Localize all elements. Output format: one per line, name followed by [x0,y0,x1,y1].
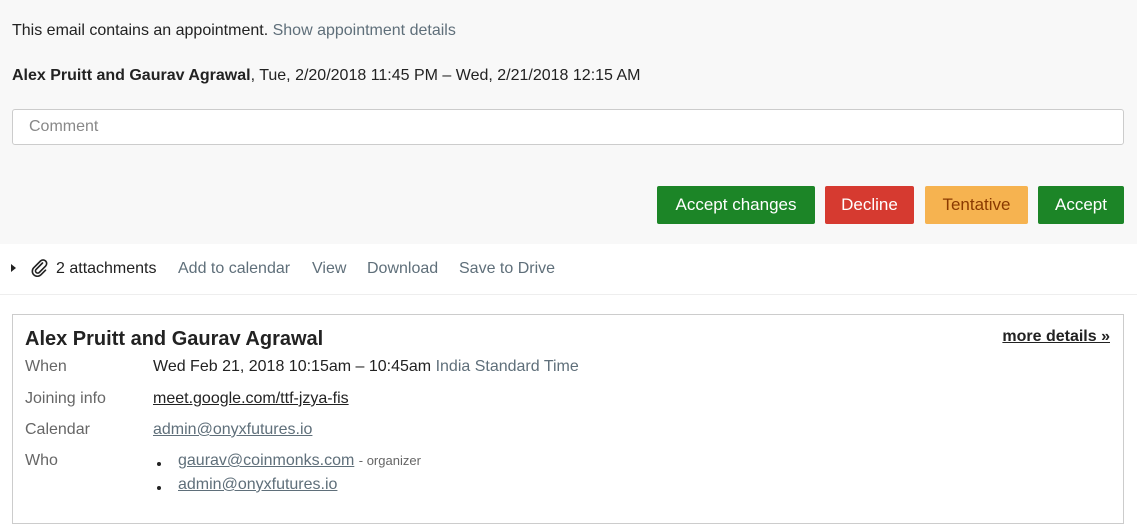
tentative-button[interactable]: Tentative [925,186,1028,224]
decline-button[interactable]: Decline [825,186,914,224]
save-to-drive-link[interactable]: Save to Drive [459,260,555,278]
summary-title: Alex Pruitt and Gaurav Agrawal [12,67,251,84]
when-label: When [25,358,67,375]
meet-link[interactable]: meet.google.com/ttf-jzya-fis [153,390,349,407]
timezone: India Standard Time [435,358,579,375]
who-list-item: gaurav@coinmonks.com - organizer [178,452,421,470]
event-title: Alex Pruitt and Gaurav Agrawal [25,328,324,350]
paperclip-icon [31,259,48,277]
who-list-item: admin@onyxfutures.io [178,476,337,494]
show-appointment-details-link[interactable]: Show appointment details [273,22,456,39]
triangle-right-icon[interactable] [11,264,16,272]
accept-changes-button[interactable]: Accept changes [657,186,815,224]
guest-role: - organizer [358,453,421,468]
summary-time: , Tue, 2/20/2018 11:45 PM – Wed, 2/21/20… [250,67,641,84]
add-to-calendar-link[interactable]: Add to calendar [178,260,290,278]
appointment-summary: Alex Pruitt and Gaurav Agrawal, Tue, 2/2… [12,67,641,85]
notice-text: This email contains an appointment. [12,22,269,39]
calendar-label: Calendar [25,421,90,438]
guest-email-link[interactable]: gaurav@coinmonks.com [178,452,354,469]
calendar-email-link[interactable]: admin@onyxfutures.io [153,421,312,438]
comment-input[interactable] [12,109,1124,145]
accept-button[interactable]: Accept [1038,186,1124,224]
download-link[interactable]: Download [367,260,438,278]
who-label: Who [25,452,58,469]
list-bullet [157,462,161,466]
when-value: Wed Feb 21, 2018 10:15am – 10:45am India… [153,358,579,376]
attachments-count[interactable]: 2 attachments [56,260,157,278]
appointment-notice: This email contains an appointment. Show… [12,22,456,40]
calendar-value: admin@onyxfutures.io [153,421,312,439]
attachments-bar [0,244,1137,295]
joining-info-label: Joining info [25,390,106,407]
list-bullet [157,486,161,490]
joining-info-value: meet.google.com/ttf-jzya-fis [153,390,349,408]
guest-email-link[interactable]: admin@onyxfutures.io [178,476,337,493]
more-details-link[interactable]: more details » [1002,328,1110,346]
when-time: Wed Feb 21, 2018 10:15am – 10:45am [153,358,432,375]
view-link[interactable]: View [312,260,346,278]
